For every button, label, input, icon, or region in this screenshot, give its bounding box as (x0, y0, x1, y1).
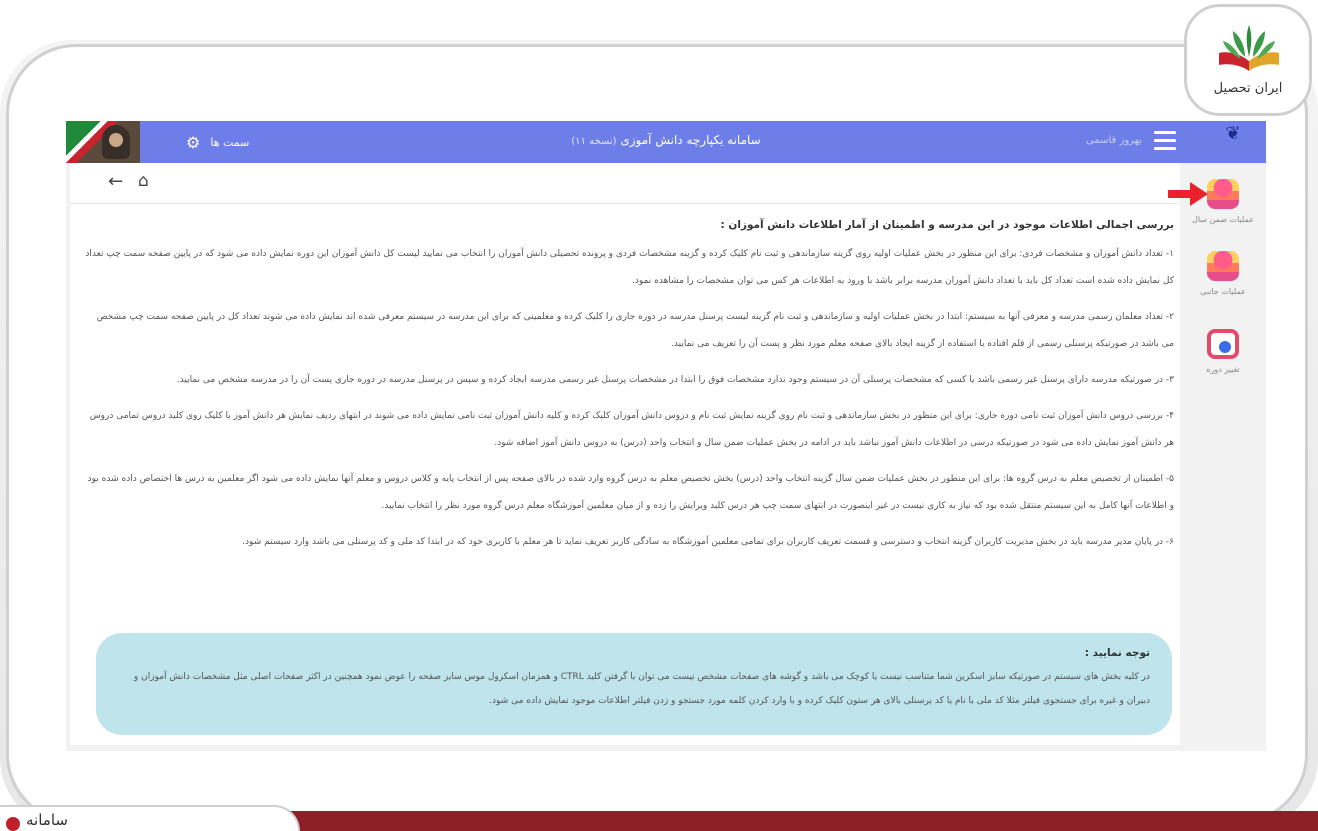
user-name[interactable]: بهروز قاسمی (1086, 135, 1142, 146)
right-sidebar: عملیات ضمن سال عملیات جانبی تغییر دوره (1180, 163, 1266, 751)
app-window: ⚙ سمت ها سامانه یکپارچه دانش آموزی (نسخه… (66, 121, 1266, 751)
bottom-tab: سامانه (0, 805, 300, 831)
bottom-tab-text: سامانه (26, 811, 68, 829)
instruction-paragraph: ۴- بررسی دروس دانش آموزان ثبت نامی دوره … (89, 411, 1174, 448)
gears-icon: ⚙ (186, 133, 201, 152)
site-logo[interactable]: ایران تحصیل (1184, 4, 1312, 116)
instruction-paragraph: ۱- تعداد دانش آموزان و مشخصات فردی: برای… (85, 249, 1174, 286)
top-bar: ⚙ سمت ها سامانه یکپارچه دانش آموزی (نسخه… (66, 121, 1266, 163)
app-version: (نسخه ۱۱) (571, 136, 617, 147)
instruction-paragraph: ۲- تعداد معلمان رسمی مدرسه و معرفی آنها … (96, 312, 1174, 349)
record-dot-icon (6, 817, 20, 831)
notice-body: در کلیه بخش های سیستم در صورتیکه سایز اس… (133, 672, 1150, 706)
services-menu[interactable]: ⚙ سمت ها (186, 133, 249, 152)
hamburger-menu-icon[interactable] (1154, 131, 1176, 151)
notice-title: توجه نمایید : (1084, 647, 1150, 659)
back-arrow-icon[interactable]: ← (108, 171, 123, 192)
instruction-paragraph: ۶- در پایان مدیر مدرسه باید در بخش مدیری… (242, 537, 1174, 547)
red-arrow-icon (1168, 182, 1208, 206)
notice-box: توجه نمایید : در کلیه بخش های سیستم در ص… (96, 633, 1172, 735)
sidebar-item-label: عملیات جانبی (1200, 287, 1246, 296)
instructions-text: بررسی اجمالی اطلاعات موجود در این مدرسه … (84, 211, 1174, 565)
logo-text: ایران تحصیل (1213, 81, 1283, 96)
main-content: ← ⌂ بررسی اجمالی اطلاعات موجود در این مد… (70, 163, 1180, 745)
services-label: سمت ها (210, 136, 250, 149)
cake-icon (1207, 179, 1239, 209)
book-leaves-logo-icon (1219, 25, 1279, 71)
sidebar-item-side-operations[interactable]: عملیات جانبی (1180, 251, 1266, 296)
instruction-paragraph: ۵- اطمینان از تخصیص معلم به درس گروه ها:… (87, 474, 1174, 511)
sidebar-item-label: عملیات ضمن سال (1192, 215, 1254, 224)
settings-ring-icon (1207, 329, 1239, 359)
home-icon[interactable]: ⌂ (138, 171, 149, 191)
breadcrumb-bar: ← ⌂ (70, 163, 1180, 204)
sidebar-item-change-period[interactable]: تغییر دوره (1180, 329, 1266, 374)
ministry-emblem-icon: ❦​ (1225, 123, 1241, 144)
instruction-paragraph: ۳- در صورتیکه مدرسه دارای پرسنل غیر رسمی… (176, 375, 1174, 385)
cake-icon (1207, 251, 1239, 281)
app-title: سامانه یکپارچه دانش آموزی (نسخه ۱۱) (506, 133, 826, 147)
sidebar-item-label: تغییر دوره (1206, 365, 1240, 374)
bottom-accent-bar (250, 811, 1318, 831)
instructions-heading: بررسی اجمالی اطلاعات موجود در این مدرسه … (720, 219, 1175, 231)
leader-portrait (66, 121, 140, 163)
app-title-text: سامانه یکپارچه دانش آموزی (620, 133, 761, 147)
